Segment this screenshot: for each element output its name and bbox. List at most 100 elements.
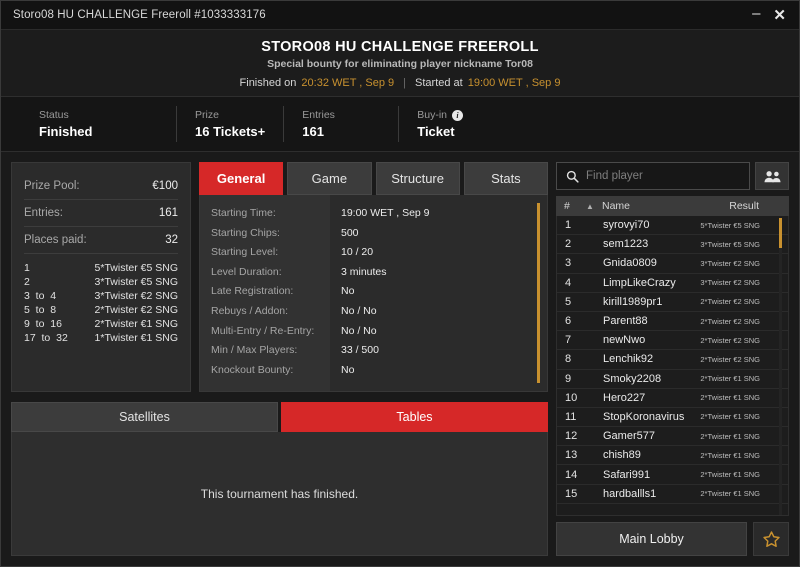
finished-time: 20:32 WET , Sep 9 xyxy=(301,77,395,89)
info-icon[interactable]: i xyxy=(452,109,463,121)
payout-place: 3 to 4 xyxy=(24,290,57,302)
row-player-name: chish89 xyxy=(603,449,641,462)
row-result: 5*Twister €5 SNG xyxy=(700,220,760,230)
status-label: Status xyxy=(39,109,69,121)
close-icon[interactable]: ✕ xyxy=(773,8,786,23)
prize-pool-value: €100 xyxy=(152,180,178,192)
main-lobby-button[interactable]: Main Lobby xyxy=(556,522,747,556)
prize-value: 16 Tickets+ xyxy=(195,124,266,139)
payout-prize: 1*Twister €1 SNG xyxy=(94,332,178,344)
row-result: 2*Twister €1 SNG xyxy=(700,470,760,480)
table-row[interactable]: 6 Parent88 2*Twister €2 SNG xyxy=(557,312,788,332)
prize-pool-key: Prize Pool: xyxy=(24,180,80,192)
finished-label: Finished on xyxy=(239,77,297,89)
table-row[interactable]: 10 Hero227 2*Twister €1 SNG xyxy=(557,389,788,408)
row-rank: 1 xyxy=(565,219,572,232)
sort-caret-icon[interactable]: ▲ xyxy=(586,202,602,211)
detail-label: Rebuys / Addon: xyxy=(211,304,289,317)
table-row[interactable]: 15 hardballls1 2*Twister €1 SNG xyxy=(557,485,788,504)
row-result: 2*Twister €1 SNG xyxy=(700,431,760,441)
general-details-body: Starting Time: Starting Chips: Starting … xyxy=(199,195,548,392)
detail-value: No xyxy=(341,363,355,376)
header-times: Finished on 20:32 WET , Sep 9 | Started … xyxy=(240,77,561,89)
table-row[interactable]: 12 Gamer577 2*Twister €1 SNG xyxy=(557,427,788,447)
payout-row: 9 to 16 2*Twister €1 SNG xyxy=(24,318,178,330)
players-scrollbar[interactable] xyxy=(779,218,782,515)
tab-satellites[interactable]: Satellites xyxy=(11,402,278,432)
payout-row: 1 5*Twister €5 SNG xyxy=(24,262,178,274)
status-cell-buyin: Buy-in i Ticket xyxy=(398,106,508,142)
buyin-value: Ticket xyxy=(417,124,455,139)
row-player-name: StopKoronavirus xyxy=(603,410,685,423)
detail-value: 33 / 500 xyxy=(341,344,379,357)
payout-place: 1 xyxy=(24,262,30,274)
row-result: 2*Twister €1 SNG xyxy=(700,374,760,384)
minimize-icon[interactable]: – xyxy=(752,6,760,21)
row-player-name: Gnida0809 xyxy=(603,257,657,270)
detail-value: No / No xyxy=(341,304,377,317)
row-rank: 9 xyxy=(565,372,572,385)
table-row[interactable]: 8 Lenchik92 2*Twister €2 SNG xyxy=(557,350,788,370)
row-rank: 5 xyxy=(565,295,572,308)
table-row[interactable]: 7 newNwo 2*Twister €2 SNG xyxy=(557,331,788,351)
search-row xyxy=(556,162,789,190)
tab-stats[interactable]: Stats xyxy=(463,162,548,195)
tab-structure[interactable]: Structure xyxy=(375,162,460,195)
table-row[interactable]: 2 sem1223 3*Twister €5 SNG xyxy=(557,235,788,255)
row-result: 2*Twister €2 SNG xyxy=(700,316,760,326)
table-row[interactable]: 5 kirill1989pr1 2*Twister €2 SNG xyxy=(557,293,788,312)
time-separator: | xyxy=(403,77,407,89)
details-scrollbar[interactable] xyxy=(537,203,540,383)
favorite-button[interactable] xyxy=(753,522,789,556)
header-result[interactable]: Result xyxy=(729,200,781,212)
row-rank: 3 xyxy=(565,257,572,270)
status-value: Finished xyxy=(39,124,93,139)
players-list[interactable]: 1 syrovyi70 5*Twister €5 SNG 2 sem1223 3… xyxy=(556,216,789,516)
table-row[interactable]: 3 Gnida0809 3*Twister €2 SNG xyxy=(557,254,788,274)
star-icon xyxy=(762,530,780,547)
row-result: 2*Twister €1 SNG xyxy=(700,393,760,403)
row-rank: 14 xyxy=(565,468,578,481)
header-num[interactable]: # xyxy=(564,200,586,212)
places-paid-value: 32 xyxy=(165,234,178,246)
people-button[interactable] xyxy=(755,162,789,190)
detail-label: Starting Level: xyxy=(211,246,279,259)
payout-prize: 3*Twister €5 SNG xyxy=(94,276,178,288)
people-icon xyxy=(764,170,780,182)
tab-tables[interactable]: Tables xyxy=(281,402,548,432)
detail-label: Multi-Entry / Re-Entry: xyxy=(211,324,315,337)
places-paid-row: Places paid: 32 xyxy=(24,227,178,254)
tab-game[interactable]: Game xyxy=(287,162,372,195)
lobby-body: Prize Pool: €100 Entries: 161 Places pai… xyxy=(1,152,799,566)
table-row[interactable]: 4 LimpLikeCrazy 3*Twister €2 SNG xyxy=(557,274,788,293)
header-subtitle: Special bounty for eliminating player ni… xyxy=(267,58,533,70)
payout-prize: 5*Twister €5 SNG xyxy=(94,262,178,274)
row-player-name: Lenchik92 xyxy=(603,353,654,366)
table-row[interactable]: 14 Safari991 2*Twister €1 SNG xyxy=(557,465,788,485)
header-name[interactable]: Name xyxy=(602,200,729,212)
table-row[interactable]: 1 syrovyi70 5*Twister €5 SNG xyxy=(557,216,788,236)
started-label: Started at xyxy=(415,77,463,89)
window-title: Storo08 HU CHALLENGE Freeroll #103333317… xyxy=(13,9,266,21)
table-row[interactable]: 11 StopKoronavirus 2*Twister €1 SNG xyxy=(557,408,788,428)
row-rank: 15 xyxy=(565,487,578,500)
table-row[interactable]: 9 Smoky2208 2*Twister €1 SNG xyxy=(557,370,788,389)
payout-list: 1 5*Twister €5 SNG 2 3*Twister €5 SNG 3 … xyxy=(24,262,178,344)
row-player-name: Parent88 xyxy=(603,315,648,328)
tab-general[interactable]: General xyxy=(199,162,284,195)
status-cell-status: Status Finished xyxy=(21,106,176,142)
search-box[interactable] xyxy=(556,162,750,190)
tournament-lobby-window: Storo08 HU CHALLENGE Freeroll #103333317… xyxy=(0,0,800,567)
table-row[interactable]: 13 chish89 2*Twister €1 SNG xyxy=(557,446,788,466)
row-result: 2*Twister €2 SNG xyxy=(700,354,760,364)
detail-label: Starting Chips: xyxy=(211,226,280,239)
players-table-header: # ▲ Name Result xyxy=(556,196,789,216)
row-player-name: Safari991 xyxy=(603,468,651,481)
page-title: STORO08 HU CHALLENGE FREEROLL xyxy=(261,39,539,55)
search-input[interactable] xyxy=(586,170,740,182)
entries-row: Entries: 161 xyxy=(24,200,178,227)
section-tabs: Satellites Tables xyxy=(11,402,548,432)
row-player-name: sem1223 xyxy=(603,238,649,251)
entries-value: 161 xyxy=(302,124,324,139)
detail-value: 10 / 20 xyxy=(341,246,374,259)
